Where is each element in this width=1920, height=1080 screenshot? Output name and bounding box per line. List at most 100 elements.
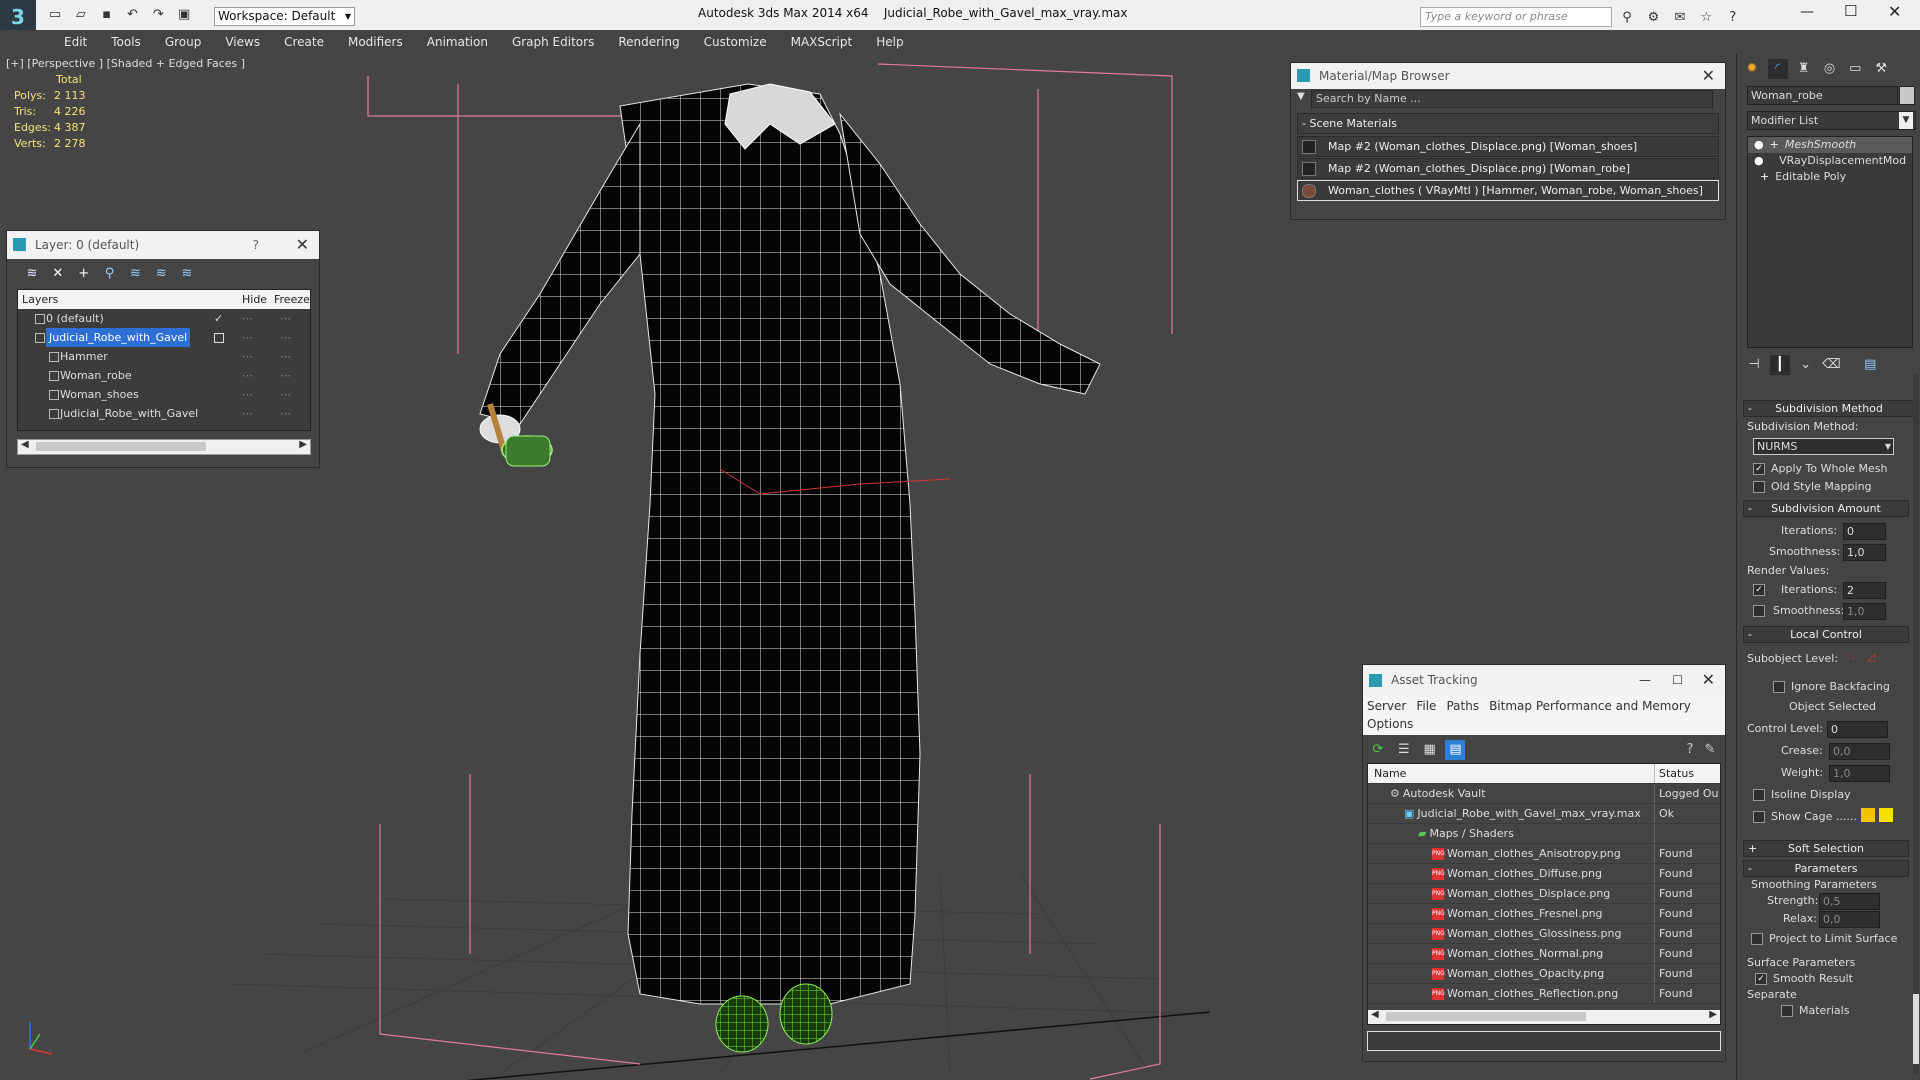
asset-tracking-title-bar[interactable]: Asset Tracking — ☐ ✕ <box>1363 665 1725 695</box>
material-browser-title-bar[interactable]: Material/Map Browser ✕ <box>1291 63 1725 89</box>
highlight-selected-icon[interactable]: ≋ <box>125 264 145 284</box>
filter-icon[interactable]: ▼ <box>1297 91 1305 102</box>
modify-tab-icon[interactable]: ◜ <box>1767 59 1788 79</box>
remove-modifier-icon[interactable]: ⌫ <box>1821 355 1841 375</box>
modifier-stack-item[interactable]: ● VRayDisplacementMod <box>1748 153 1912 169</box>
modifier-stack-item[interactable]: + Editable Poly <box>1748 169 1912 185</box>
cage-color-swatch-1[interactable] <box>1861 808 1875 822</box>
hide-toggle[interactable]: ⋯ <box>242 385 253 404</box>
communication-icon[interactable]: ✉ <box>1670 8 1690 28</box>
project-limit-checkbox[interactable]: Project to Limit Surface <box>1751 932 1897 945</box>
freeze-toggle[interactable]: ⋯ <box>280 347 291 366</box>
minimize-button[interactable]: — <box>1800 4 1814 20</box>
pin-stack-icon[interactable]: ⊣ <box>1744 355 1764 375</box>
render-iterations-checkbox[interactable]: ✓ <box>1753 583 1771 596</box>
asset-menu-bitmap-performance-and-memory[interactable]: Bitmap Performance and Memory <box>1489 697 1691 715</box>
freeze-column-header[interactable]: Freeze <box>274 290 310 309</box>
hide-toggle[interactable]: ⋯ <box>242 328 253 347</box>
project-folder-icon[interactable]: ▣ <box>174 5 194 25</box>
delete-layer-icon[interactable]: ✕ <box>48 264 68 284</box>
add-to-layer-icon[interactable]: + <box>74 264 94 284</box>
hide-column-header[interactable]: Hide <box>242 290 267 309</box>
save-icon[interactable]: ▪ <box>97 5 117 25</box>
menu-graph-editors[interactable]: Graph Editors <box>500 30 606 54</box>
viewport-label[interactable]: [+] [Perspective ] [Shaded + Edged Faces… <box>6 57 245 70</box>
favorites-star-icon[interactable]: ☆ <box>1696 8 1716 28</box>
list-view-icon[interactable]: ☰ <box>1394 740 1414 760</box>
close-icon[interactable]: ✕ <box>1702 665 1715 695</box>
material-item[interactable]: Woman_clothes ( VRayMtl ) [Hammer, Woman… <box>1297 180 1719 201</box>
render-smoothness-checkbox[interactable] <box>1753 604 1771 617</box>
open-file-icon[interactable]: ▱ <box>71 5 91 25</box>
search-input[interactable]: Type a keyword or phrase <box>1420 7 1612 27</box>
create-tab-icon[interactable]: ✹ <box>1742 59 1762 79</box>
asset-row[interactable]: PNG Woman_clothes_Opacity.png Found <box>1368 964 1720 984</box>
iterations-spinner[interactable]: 0 <box>1843 523 1886 540</box>
hide-toggle[interactable]: ⋯ <box>242 404 253 423</box>
layers-column-header[interactable]: Layers <box>18 293 58 306</box>
control-level-spinner[interactable]: 0 <box>1827 721 1888 738</box>
freeze-toggle[interactable]: ⋯ <box>280 404 291 423</box>
soft-selection-rollout[interactable]: + Soft Selection <box>1743 840 1909 857</box>
menu-modifiers[interactable]: Modifiers <box>336 30 415 54</box>
maximize-button[interactable]: ☐ <box>1844 2 1857 20</box>
hide-toggle[interactable]: ⋯ <box>242 309 253 328</box>
materials-checkbox[interactable]: Materials <box>1781 1004 1849 1017</box>
strength-spinner[interactable]: 0,5 <box>1819 893 1880 910</box>
material-item[interactable]: Map #2 (Woman_clothes_Displace.png) [Wom… <box>1297 158 1719 179</box>
material-item[interactable]: Map #2 (Woman_clothes_Displace.png) [Wom… <box>1297 136 1719 157</box>
render-smoothness-spinner[interactable]: 1,0 <box>1843 603 1886 620</box>
command-panel-scrollbar[interactable] <box>1913 374 1919 1074</box>
close-icon[interactable]: ✕ <box>296 231 309 259</box>
menu-maxscript[interactable]: MAXScript <box>779 30 865 54</box>
apply-whole-mesh-checkbox[interactable]: ✓ Apply To Whole Mesh <box>1753 462 1888 475</box>
display-tab-icon[interactable]: ▭ <box>1845 59 1865 79</box>
menu-group[interactable]: Group <box>153 30 214 54</box>
asset-row[interactable]: PNG Woman_clothes_Anisotropy.png Found <box>1368 844 1720 864</box>
relax-spinner[interactable]: 0,0 <box>1819 911 1880 928</box>
material-search-input[interactable]: Search by Name ... <box>1311 90 1713 108</box>
vertex-subobject-icon[interactable]: ∴ <box>1847 650 1854 663</box>
asset-menu-file[interactable]: File <box>1416 697 1436 715</box>
asset-horizontal-scrollbar[interactable]: ◀ ▶ <box>1368 1009 1720 1024</box>
configure-sets-icon[interactable]: ▤ <box>1860 355 1880 375</box>
asset-row[interactable]: PNG Woman_clothes_Reflection.png Found <box>1368 984 1720 1004</box>
asset-row[interactable]: ▰ Maps / Shaders <box>1368 824 1720 844</box>
light-bulb-icon[interactable]: ● <box>1748 154 1764 167</box>
current-layer-check-icon[interactable]: ✓ <box>214 309 223 328</box>
render-iterations-spinner[interactable]: 2 <box>1843 582 1886 599</box>
subscription-icon[interactable]: ⚙ <box>1643 8 1663 28</box>
freeze-toggle[interactable]: ⋯ <box>280 328 291 347</box>
hierarchy-tab-icon[interactable]: ♜ <box>1794 59 1814 79</box>
asset-row[interactable]: ▣ Judicial_Robe_with_Gavel_max_vray.max Ok <box>1368 804 1720 824</box>
smoothness-spinner[interactable]: 1,0 <box>1843 544 1886 561</box>
help-icon[interactable]: ? <box>1723 8 1743 28</box>
menu-edit[interactable]: Edit <box>52 30 99 54</box>
light-bulb-icon[interactable]: ● <box>1748 138 1764 151</box>
close-icon[interactable]: ✕ <box>1702 63 1715 89</box>
new-file-icon[interactable]: ▭ <box>45 5 65 25</box>
weight-spinner[interactable]: 1,0 <box>1829 765 1890 782</box>
freeze-toggle[interactable]: ⋯ <box>280 309 291 328</box>
layer-panel-title-bar[interactable]: Layer: 0 (default) ? ✕ <box>7 231 319 259</box>
layer-row[interactable]: Woman_shoes ⋯ ⋯ <box>18 385 310 404</box>
create-layer-icon[interactable]: ≋ <box>22 264 42 284</box>
subdivision-method-dropdown[interactable]: NURMS ▼ <box>1753 438 1894 455</box>
show-cage-checkbox[interactable]: Show Cage ...... <box>1753 810 1857 823</box>
make-unique-icon[interactable]: ⌄ <box>1796 355 1816 375</box>
show-end-result-icon[interactable]: ┃ <box>1769 355 1790 375</box>
menu-animation[interactable]: Animation <box>415 30 500 54</box>
asset-path-field[interactable] <box>1367 1031 1721 1051</box>
workspace-dropdown[interactable]: Workspace: Default ▼ <box>214 7 355 26</box>
object-color-swatch[interactable] <box>1899 86 1915 105</box>
name-column-header[interactable]: Name <box>1368 767 1406 780</box>
layer-horizontal-scrollbar[interactable]: ◀ ▶ <box>17 439 311 455</box>
menu-help[interactable]: Help <box>864 30 915 54</box>
asset-menu-server[interactable]: Server <box>1367 697 1406 715</box>
asset-row[interactable]: PNG Woman_clothes_Fresnel.png Found <box>1368 904 1720 924</box>
modifier-stack-item[interactable]: ● + MeshSmooth <box>1748 137 1912 153</box>
asset-row[interactable]: PNG Woman_clothes_Diffuse.png Found <box>1368 864 1720 884</box>
freeze-toggle[interactable]: ⋯ <box>280 366 291 385</box>
modifier-list-dropdown[interactable]: Modifier List ▼ <box>1747 111 1916 130</box>
cage-color-swatch-2[interactable] <box>1879 808 1893 822</box>
